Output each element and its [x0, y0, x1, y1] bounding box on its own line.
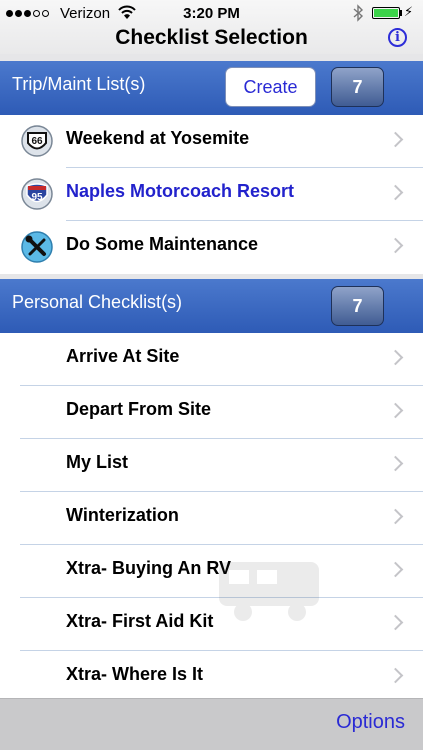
chevron-right-icon [387, 614, 404, 631]
trip-list-item[interactable]: 95 Naples Motorcoach Resort [0, 168, 423, 221]
personal-list-item[interactable]: Arrive At Site [0, 333, 423, 386]
battery-fill [374, 9, 398, 17]
personal-section-header: Personal Checklist(s) 7 [0, 279, 423, 333]
personal-list-item[interactable]: Xtra- First Aid Kit [0, 598, 423, 651]
trip-list-item[interactable]: Do Some Maintenance [0, 221, 423, 274]
chevron-right-icon [387, 349, 404, 366]
trip-item-label: Naples Motorcoach Resort [66, 181, 295, 201]
personal-item-label: Xtra- Buying An RV [66, 558, 232, 578]
svg-text:66: 66 [31, 136, 43, 147]
options-button[interactable]: Options [336, 711, 405, 734]
trip-list: 66 Weekend at Yosemite 95 Naples Motorco… [0, 115, 423, 274]
chevron-right-icon [387, 402, 404, 419]
bluetooth-icon [353, 4, 364, 22]
personal-list: Arrive At Site Depart From Site My List … [0, 333, 423, 704]
personal-list-item[interactable]: Depart From Site [0, 386, 423, 439]
rv-watermark-icon [219, 562, 319, 621]
trip-list-item[interactable]: 66 Weekend at Yosemite [0, 115, 423, 168]
personal-item-label: Arrive At Site [66, 346, 180, 366]
trip-section-header: Trip/Maint List(s) Create 7 [0, 61, 423, 115]
status-bar: Verizon 3:20 PM ⚡ [0, 0, 423, 28]
top-bar: Verizon 3:20 PM ⚡ Checklist Selection i [0, 0, 423, 54]
charging-bolt-icon: ⚡ [404, 4, 414, 19]
chevron-right-icon [387, 455, 404, 472]
battery-icon [372, 7, 400, 19]
chevron-right-icon [387, 131, 404, 148]
trip-count-badge[interactable]: 7 [331, 67, 384, 107]
interstate-95-shield-icon: 95 [21, 178, 53, 210]
personal-item-label: My List [66, 452, 129, 472]
chevron-right-icon [387, 667, 404, 684]
trip-item-label: Weekend at Yosemite [66, 128, 250, 148]
battery-tip [400, 10, 402, 16]
personal-list-item[interactable]: My List [0, 439, 423, 492]
svg-text:95: 95 [31, 192, 43, 203]
personal-item-label: Depart From Site [66, 399, 212, 419]
bottom-toolbar: Options [0, 698, 423, 750]
personal-item-label: Xtra- First Aid Kit [66, 611, 214, 631]
chevron-right-icon [387, 561, 404, 578]
personal-item-label: Xtra- Where Is It [66, 664, 204, 684]
info-button[interactable]: i [388, 28, 407, 47]
personal-item-label: Winterization [66, 505, 179, 525]
personal-list-item[interactable]: Xtra- Where Is It [0, 651, 423, 704]
personal-count-badge[interactable]: 7 [331, 286, 384, 326]
route-66-shield-icon: 66 [21, 125, 53, 157]
trip-section-title: Trip/Maint List(s) [12, 74, 146, 94]
chevron-right-icon [387, 237, 404, 254]
create-button[interactable]: Create [225, 67, 316, 107]
trip-item-label: Do Some Maintenance [66, 234, 259, 254]
personal-section-title: Personal Checklist(s) [12, 292, 183, 312]
wrench-screwdriver-icon [21, 231, 53, 263]
chevron-right-icon [387, 184, 404, 201]
personal-list-item[interactable]: Xtra- Buying An RV [0, 545, 423, 598]
personal-list-item[interactable]: Winterization [0, 492, 423, 545]
page-title: Checklist Selection [115, 26, 308, 49]
chevron-right-icon [387, 508, 404, 525]
